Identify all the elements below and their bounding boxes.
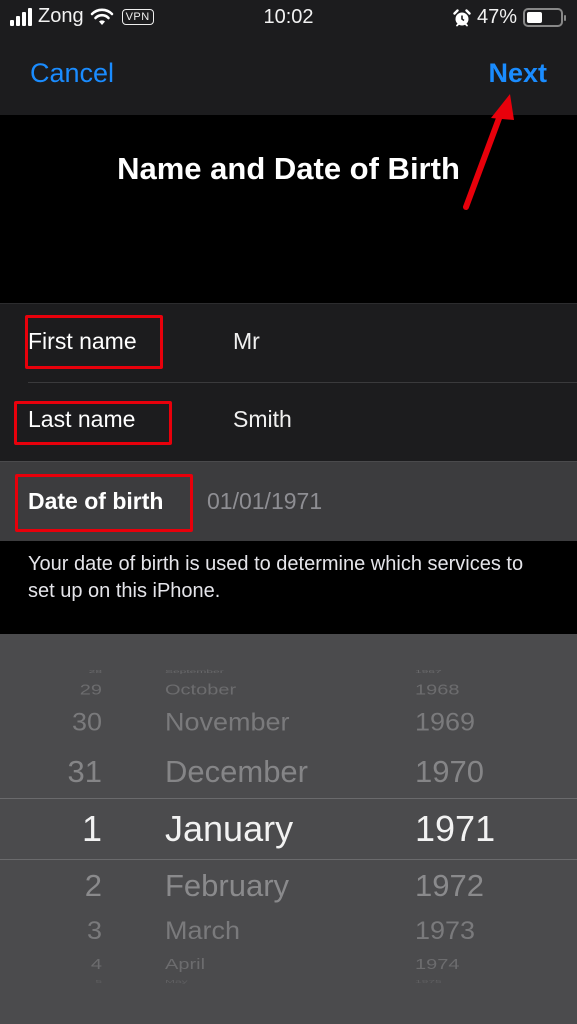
battery-fill [527,12,543,23]
annotation-highlight-first-name [25,315,163,369]
picker-option[interactable]: 1975 [415,979,442,984]
first-name-row[interactable]: First name Mr [0,303,577,382]
picker-option[interactable]: 31 [22,754,102,790]
status-right: 47% [453,6,566,29]
first-name-field[interactable]: Mr [233,328,260,355]
picker-option[interactable]: May [165,979,188,984]
picker-option[interactable]: 28 [22,669,102,674]
battery-icon [523,8,566,27]
picker-option[interactable]: 1970 [415,754,484,790]
picker-option[interactable]: October [165,682,236,699]
year-wheel[interactable]: 1967 1968 1969 1970 1971 1972 1973 1974 1975 [400,634,530,1024]
day-wheel[interactable]: 28 29 30 31 1 2 3 4 5 [0,634,180,1024]
picker-option[interactable]: 30 [22,708,102,737]
picker-selected-day[interactable]: 1 [22,808,102,850]
annotation-highlight-last-name [14,401,172,445]
page-title: Name and Date of Birth [117,151,460,186]
annotation-highlight-date-of-birth [15,474,193,532]
battery-percent: 47% [476,6,517,28]
header-area: Name and Date of Birth [0,115,577,303]
picker-option[interactable]: 2 [22,868,102,904]
picker-selected-year[interactable]: 1971 [415,808,495,850]
next-button[interactable]: Next [488,58,547,89]
date-of-birth-row[interactable]: Date of birth 01/01/1971 [0,461,577,542]
row-divider [28,382,577,383]
last-name-field[interactable]: Smith [233,406,292,433]
picker-option[interactable]: 1968 [415,682,460,699]
navigation-bar: Cancel Next [0,38,577,115]
picker-option[interactable]: March [165,917,240,946]
picker-option[interactable]: 1969 [415,708,475,737]
picker-option[interactable]: February [165,868,289,904]
date-of-birth-explanation: Your date of birth is used to determine … [0,541,577,634]
picker-option[interactable]: April [165,956,205,973]
picker-option[interactable]: December [165,754,308,790]
cancel-button[interactable]: Cancel [30,58,114,89]
picker-option[interactable]: 1973 [415,917,475,946]
name-dob-form: First name Mr Last name Smith Date of bi… [0,303,577,542]
picker-option[interactable]: September [165,669,224,674]
picker-option[interactable]: 1967 [415,669,442,674]
picker-option[interactable]: 1974 [415,956,460,973]
picker-option[interactable]: November [165,708,290,737]
alarm-icon [453,8,471,26]
picker-option[interactable]: 29 [22,682,102,699]
picker-option[interactable]: 4 [22,956,102,973]
picker-option[interactable]: 3 [22,917,102,946]
picker-option[interactable]: 1972 [415,868,484,904]
date-of-birth-field[interactable]: 01/01/1971 [207,488,322,515]
status-bar: Zong VPN 10:02 47% [0,0,577,38]
picker-selected-month[interactable]: January [165,808,293,850]
month-wheel[interactable]: September October November December January F… [160,634,420,1024]
last-name-row[interactable]: Last name Smith [0,382,577,461]
date-picker[interactable]: 28 29 30 31 1 2 3 4 5 September October November De… [0,634,577,1024]
picker-option[interactable]: 5 [22,979,102,984]
